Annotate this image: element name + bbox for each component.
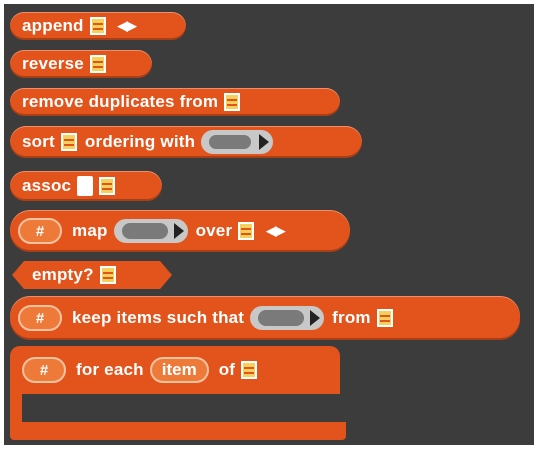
ring-slot-icon[interactable] (201, 130, 274, 154)
list-slot-icon[interactable] (224, 93, 241, 111)
empty-label: empty? (32, 265, 94, 284)
list-slot-icon[interactable] (238, 222, 255, 240)
text-slot[interactable] (77, 176, 94, 196)
hash-parameter[interactable]: # (18, 218, 62, 244)
sort-block[interactable]: sort ordering with (10, 126, 362, 158)
ordering-with-label: ordering with (84, 132, 196, 151)
item-variable[interactable]: item (149, 357, 209, 383)
list-slot-icon[interactable] (60, 133, 77, 151)
block-palette: append ◀▶ reverse remove duplicates from… (4, 4, 534, 445)
empty-predicate-block[interactable]: empty? (12, 261, 172, 289)
keep-items-block[interactable]: # keep items such that from (10, 296, 520, 340)
ring-hole (209, 135, 252, 149)
assoc-block[interactable]: assoc (10, 171, 162, 201)
hash-parameter[interactable]: # (18, 305, 62, 331)
remove-duplicates-block[interactable]: remove duplicates from (10, 88, 340, 116)
over-label: over (195, 221, 233, 240)
map-label: map (72, 221, 108, 240)
list-slot-icon[interactable] (99, 177, 116, 195)
for-each-label: for each (76, 360, 144, 379)
ring-slot-icon[interactable] (113, 219, 188, 243)
reverse-block[interactable]: reverse (10, 50, 152, 78)
variadic-arrows-icon[interactable]: ◀▶ (118, 18, 137, 34)
variadic-arrows-icon[interactable]: ◀▶ (266, 223, 285, 239)
map-block[interactable]: # map over ◀▶ (10, 210, 350, 252)
assoc-label: assoc (22, 176, 72, 195)
ring-hole (121, 223, 168, 239)
of-label: of (218, 360, 236, 379)
ring-arrow-icon (173, 223, 184, 239)
c-block-foot (10, 422, 346, 440)
from-label: from (332, 308, 371, 327)
ring-slot-icon[interactable] (250, 306, 325, 330)
for-each-block[interactable]: # for each item of (10, 346, 346, 440)
ring-arrow-icon (310, 310, 321, 326)
keep-items-label: keep items such that (72, 308, 245, 327)
append-block[interactable]: append ◀▶ (10, 12, 186, 40)
remove-duplicates-label: remove duplicates from (22, 92, 219, 111)
append-label: append (22, 16, 84, 35)
list-slot-icon[interactable] (89, 55, 106, 73)
list-slot-icon[interactable] (100, 266, 116, 284)
list-slot-icon[interactable] (89, 17, 106, 35)
hash-parameter[interactable]: # (22, 357, 66, 383)
ring-hole (258, 310, 305, 326)
ring-arrow-icon (259, 134, 270, 150)
list-slot-icon[interactable] (241, 361, 258, 379)
sort-label: sort (22, 132, 55, 151)
list-slot-icon[interactable] (376, 309, 393, 327)
reverse-label: reverse (22, 54, 84, 73)
for-each-header[interactable]: # for each item of (10, 346, 340, 394)
